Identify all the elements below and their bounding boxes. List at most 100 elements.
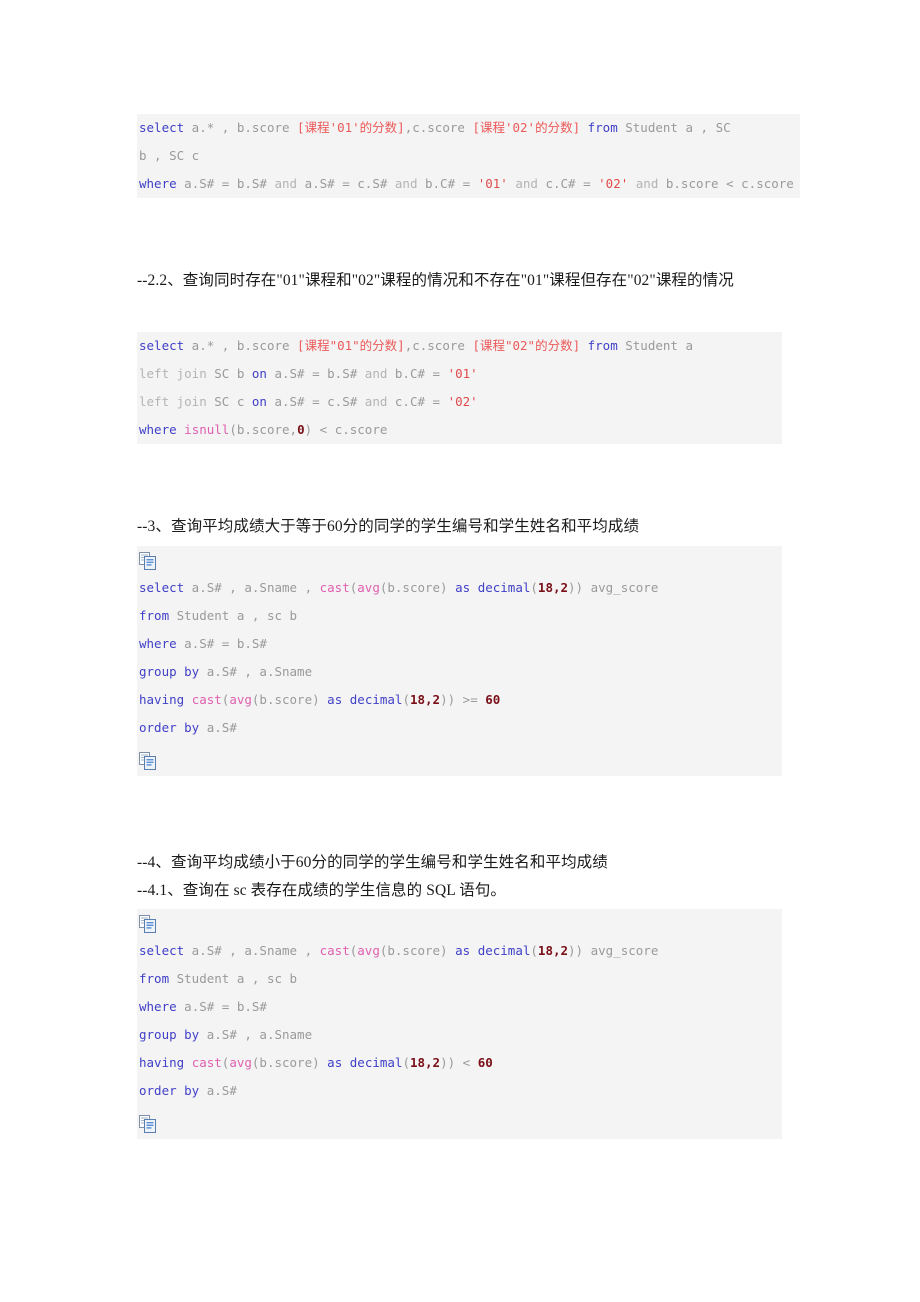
code-token: '02' — [598, 176, 629, 191]
code-token: and — [515, 176, 538, 191]
code-token: decimal — [477, 580, 531, 595]
copy-icon[interactable] — [139, 752, 157, 770]
copy-icon[interactable] — [139, 915, 157, 933]
code-token: a.S# = b.S# — [266, 366, 365, 381]
code-token: b.C# = — [387, 366, 448, 381]
code-token: cast — [191, 1055, 222, 1070]
code-line: where a.S# = b.S# — [137, 993, 782, 1021]
code-token: a.S# , a.Sname , — [184, 580, 320, 595]
code-token: 60 — [477, 1055, 493, 1070]
code-line: from Student a , sc b — [137, 965, 782, 993]
code-token: a.S# = c.S# — [266, 394, 365, 409]
code-token: and — [635, 176, 659, 191]
code-token: avg — [357, 943, 380, 958]
code-line: left join SC b on a.S# = b.S# and b.C# =… — [137, 360, 782, 388]
code-line: select a.* , b.score [课程"01"的分数],c.score… — [137, 332, 782, 360]
copy-icon[interactable] — [139, 552, 157, 570]
code-token: 18,2 — [409, 692, 441, 707]
code-token: avg — [357, 580, 380, 595]
code-block-4[interactable]: select a.S# , a.Sname , cast(avg(b.score… — [137, 909, 782, 1139]
code-line: b , SC c — [137, 142, 800, 170]
code-token: on — [251, 366, 267, 381]
code-block-spacer — [137, 1105, 782, 1133]
code-token: a.* , b.score — [184, 120, 298, 135]
heading-4-1: --4.1、查询在 sc 表存在成绩的学生信息的 SQL 语句。 — [137, 882, 507, 899]
code-token: group by — [139, 664, 200, 679]
code-token: where — [139, 176, 177, 191]
code-line: select a.S# , a.Sname , cast (avg(b.score… — [137, 574, 782, 602]
code-token: )) avg_score — [568, 580, 659, 595]
code-block-2[interactable]: select a.* , b.score [课程"01"的分数],c.score… — [137, 332, 782, 444]
code-line: order by a.S# — [137, 1077, 782, 1105]
code-token: from — [587, 120, 618, 135]
code-token: cast — [191, 692, 222, 707]
code-token: from — [139, 971, 170, 986]
code-token: order by — [139, 1083, 200, 1098]
code-token: b.C# = — [417, 176, 478, 191]
code-token: a.S# — [199, 720, 237, 735]
code-token: SC b — [206, 366, 252, 381]
code-block-spacer — [137, 909, 782, 937]
code-token: a.S# , a.Sname — [199, 664, 313, 679]
code-token: ) < c.score — [304, 422, 388, 437]
code-block-1[interactable]: select a.* , b.score [课程'01'的分数],c.score… — [137, 114, 800, 198]
code-line: select a.S# , a.Sname , cast (avg(b.score… — [137, 937, 782, 965]
code-token: decimal — [349, 1055, 403, 1070]
code-token: Student a — [617, 338, 693, 353]
code-block-spacer — [137, 742, 782, 770]
code-token: having — [139, 1055, 185, 1070]
code-token: left join — [139, 366, 207, 381]
code-token: (b.score) — [379, 943, 456, 958]
code-token: Student a , sc b — [169, 608, 298, 623]
code-line: group by a.S# , a.Sname — [137, 1021, 782, 1049]
code-token: (b.score, — [229, 422, 298, 437]
code-token: a.S# , a.Sname , — [184, 943, 320, 958]
code-token: avg — [229, 692, 252, 707]
code-line: where isnull(b.score,0) < c.score — [137, 416, 782, 444]
code-block-3[interactable]: select a.S# , a.Sname , cast(avg(b.score… — [137, 546, 782, 776]
code-token: (b.score) — [251, 1055, 328, 1070]
code-line: order by a.S# — [137, 714, 782, 742]
code-line: left join SC c on a.S# = c.S# and c.C# =… — [137, 388, 782, 416]
code-token: b , SC c — [139, 148, 200, 163]
code-token: order by — [139, 720, 200, 735]
code-token: [课程'02'的分数] — [472, 120, 581, 135]
code-token: a.S# , a.Sname — [199, 1027, 313, 1042]
code-token: and — [274, 176, 298, 191]
code-token: Student a , sc b — [169, 971, 298, 986]
code-token: where — [139, 636, 177, 651]
code-token: a.S# = b.S# — [176, 999, 267, 1014]
code-token: a.S# = b.S# — [176, 176, 275, 191]
code-token: )) avg_score — [568, 943, 659, 958]
code-token: avg — [229, 1055, 252, 1070]
code-token: and — [394, 176, 418, 191]
code-token: (b.score) — [379, 580, 456, 595]
code-token: left join — [139, 394, 207, 409]
code-token: having — [139, 692, 185, 707]
code-block-spacer — [137, 546, 782, 574]
code-token: ( — [402, 692, 410, 707]
code-token: '01' — [447, 366, 478, 381]
code-token: as — [455, 943, 471, 958]
code-token: where — [139, 422, 177, 437]
code-line: having cast(avg(b.score) as decimal(18,2… — [137, 686, 782, 714]
code-token: 60 — [485, 692, 501, 707]
code-token: cast — [319, 580, 350, 595]
code-token: select — [139, 943, 185, 958]
code-token: b.score < c.score — [658, 176, 794, 191]
code-token: ( — [402, 1055, 410, 1070]
code-token: as — [327, 1055, 343, 1070]
copy-icon[interactable] — [139, 1115, 157, 1133]
code-line: where a.S# = b.S# — [137, 630, 782, 658]
code-token: 18,2 — [537, 943, 569, 958]
code-token: and — [364, 366, 388, 381]
code-token: [课程"02"的分数] — [472, 338, 581, 353]
code-token: a.S# = b.S# — [176, 636, 267, 651]
